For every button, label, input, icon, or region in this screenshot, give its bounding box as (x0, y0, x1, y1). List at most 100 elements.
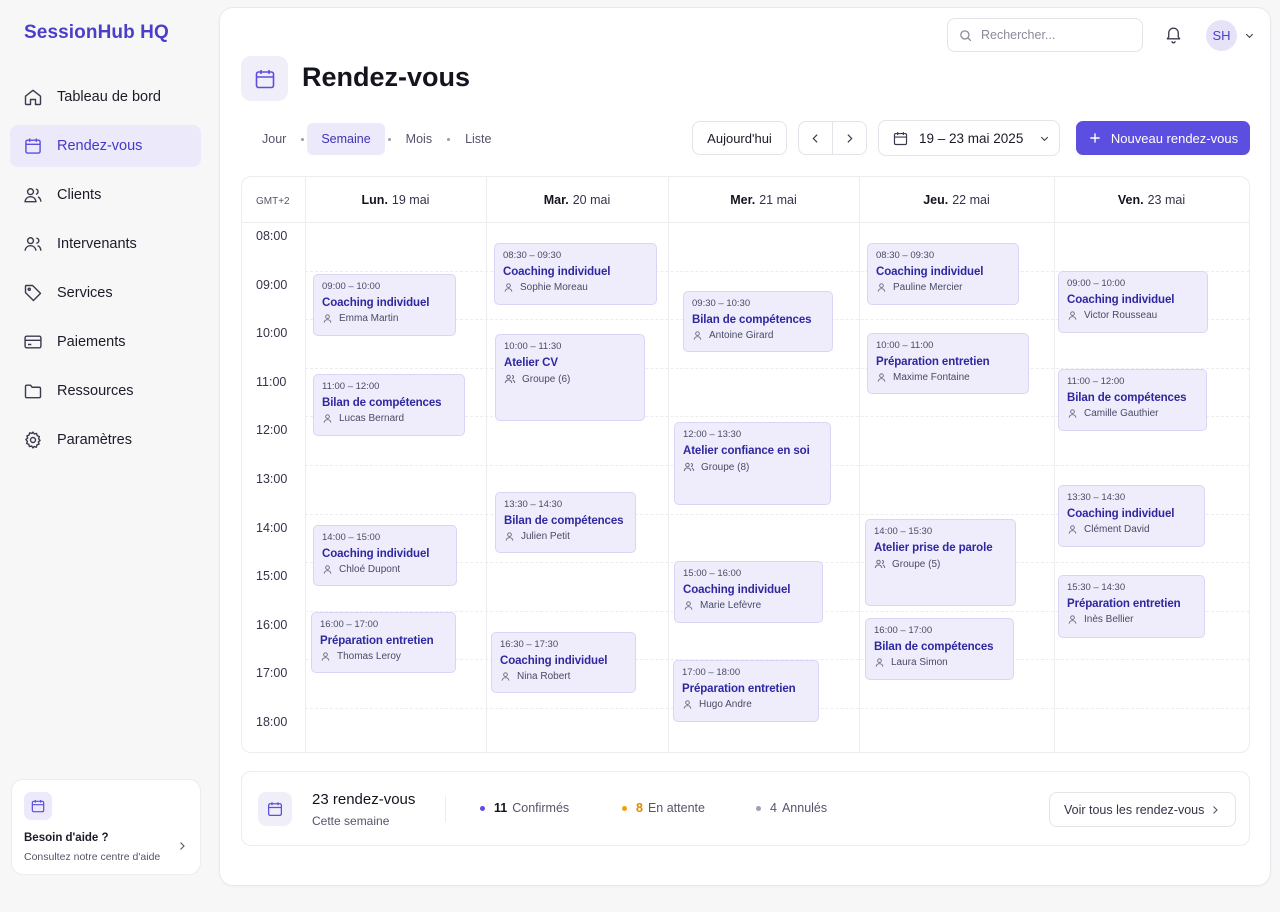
appointment-time: 09:00 – 10:00 (322, 281, 381, 292)
appointment-card[interactable]: 15:00 – 16:00 Coaching individuel Marie Le… (674, 561, 823, 623)
sidebar-item-dashboard[interactable]: Tableau de bord (10, 76, 201, 118)
tab-list[interactable]: Liste (453, 123, 503, 155)
help-card[interactable]: Besoin d'aide ? Consultez notre centre d… (11, 779, 201, 875)
date-range-picker[interactable]: 19 – 23 mai 2025 (878, 120, 1060, 156)
appointment-attendee: Groupe (6) (504, 373, 637, 385)
appointment-time: 15:00 – 16:00 (683, 568, 742, 579)
sidebar-item-resources[interactable]: Ressources (10, 370, 201, 412)
appointment-card[interactable]: 13:30 – 14:30 Coaching individuel Clément … (1058, 485, 1205, 547)
sidebar-item-services[interactable]: Services (10, 272, 201, 314)
tab-month[interactable]: Mois (394, 123, 444, 155)
hour-label: 12:00 (256, 423, 288, 438)
sidebar-item-appointments[interactable]: Rendez-vous (10, 125, 201, 167)
calendar-icon (241, 56, 288, 101)
sidebar-item-label: Services (57, 285, 113, 301)
day-header[interactable]: Mar. 20 mai (486, 177, 668, 222)
status-dot (756, 805, 761, 811)
day-header[interactable]: Lun. 19 mai (305, 177, 486, 222)
appointment-card[interactable]: 11:00 – 12:00 Bilan de compétences Lucas B… (313, 374, 465, 436)
day-of-week: Lun. (361, 192, 388, 207)
chevron-left-icon (809, 132, 822, 145)
day-header[interactable]: Mer. 21 mai (668, 177, 859, 222)
appointment-time: 17:00 – 18:00 (682, 667, 741, 678)
sidebar-item-label: Paiements (57, 334, 126, 350)
person-icon (504, 531, 515, 542)
day-header[interactable]: Ven. 23 mai (1054, 177, 1249, 222)
appointment-time: 08:30 – 09:30 (503, 250, 562, 261)
stat-label: Annulés (781, 801, 828, 815)
today-button[interactable]: Aujourd'hui (692, 121, 787, 155)
appointment-card[interactable]: 15:30 – 14:30 Préparation entretien Inès B… (1058, 575, 1205, 638)
sidebar-item-practitioners[interactable]: Intervenants (10, 223, 201, 265)
appointment-card[interactable]: 16:00 – 17:00 Préparation entretien Thomas… (311, 612, 456, 673)
appointment-card[interactable]: 09:00 – 10:00 Coaching individuel Emma Mar… (313, 274, 456, 336)
bell-icon[interactable] (1164, 25, 1183, 44)
day-of-week: Jeu. (923, 192, 949, 207)
appointment-card[interactable]: 09:00 – 10:00 Coaching individuel Victor R… (1058, 271, 1208, 333)
appointment-card[interactable]: 13:30 – 14:30 Bilan de compétences Julien … (495, 492, 636, 553)
attendee-name: Sophie Moreau (520, 282, 588, 293)
appointment-card[interactable]: 14:00 – 15:30 Atelier prise de parole Grou… (865, 519, 1016, 606)
appointment-time: 13:30 – 14:30 (504, 499, 563, 510)
stat-pending: 8 En attente (622, 801, 705, 815)
appointment-card[interactable]: 11:00 – 12:00 Bilan de compétences Camille… (1058, 369, 1207, 431)
appointment-card[interactable]: 08:30 – 09:30 Coaching individuel Sophie M… (494, 243, 657, 305)
avatar[interactable]: SH (1206, 20, 1237, 51)
appointment-card[interactable]: 16:00 – 17:00 Bilan de compétences Laura S… (865, 618, 1014, 680)
sidebar-item-clients[interactable]: Clients (10, 174, 201, 216)
chevron-down-icon[interactable] (1244, 30, 1255, 41)
appointment-title: Bilan de compétences (1067, 392, 1187, 404)
appointment-card[interactable]: 17:00 – 18:00 Préparation entretien Hugo A… (673, 660, 819, 722)
appointment-card[interactable]: 10:00 – 11:00 Préparation entretien Maxime… (867, 333, 1029, 394)
appointment-card[interactable]: 14:00 – 15:00 Coaching individuel Chloé Du… (313, 525, 457, 586)
calendar-icon (22, 135, 44, 157)
appointment-time: 10:00 – 11:30 (504, 341, 562, 352)
person-icon (322, 564, 333, 575)
appointment-time: 16:30 – 17:30 (500, 639, 559, 650)
appointment-attendee: Julien Petit (504, 531, 628, 542)
appointment-card[interactable]: 10:00 – 11:30 Atelier CV Groupe (6) (495, 334, 645, 421)
view-switcher: Jour Semaine Mois Liste (250, 123, 503, 155)
day-date: 21 mai (759, 192, 797, 207)
appointment-attendee: Groupe (5) (874, 558, 1008, 570)
sidebar-item-label: Ressources (57, 383, 134, 399)
person-icon (1067, 614, 1078, 625)
tab-week[interactable]: Semaine (307, 123, 385, 155)
day-header[interactable]: Jeu. 22 mai (859, 177, 1054, 222)
search-box[interactable] (947, 18, 1143, 52)
sidebar-item-label: Clients (57, 187, 102, 203)
person-icon (1067, 408, 1078, 419)
attendee-name: Victor Rousseau (1084, 310, 1158, 321)
day-date: 22 mai (952, 192, 990, 207)
previous-week-button[interactable] (798, 121, 833, 155)
brand-logo[interactable]: SessionHub HQ (24, 22, 169, 44)
calendar-icon (258, 792, 292, 826)
appointment-card[interactable]: 16:30 – 17:30 Coaching individuel Nina Rob… (491, 632, 636, 693)
next-week-button[interactable] (832, 121, 867, 155)
attendee-name: Lucas Bernard (339, 413, 405, 424)
appointment-attendee: Laura Simon (874, 657, 1006, 668)
new-appointment-label: Nouveau rendez-vous (1110, 130, 1239, 146)
appointment-card[interactable]: 08:30 – 09:30 Coaching individuel Pauline … (867, 243, 1019, 305)
appointment-attendee: Lucas Bernard (322, 413, 457, 424)
day-of-week: Mar. (543, 192, 569, 207)
tab-day[interactable]: Jour (250, 123, 298, 155)
sidebar-item-payments[interactable]: Paiements (10, 321, 201, 363)
help-subtitle: Consultez notre centre d'aide (24, 851, 161, 863)
appointment-card[interactable]: 09:30 – 10:30 Bilan de compétences Antoine… (683, 291, 833, 352)
separator-dot (387, 137, 391, 141)
view-all-label: Voir tous les rendez-vous (1064, 802, 1205, 817)
appointment-title: Coaching individuel (1067, 294, 1175, 306)
new-appointment-button[interactable]: Nouveau rendez-vous (1076, 121, 1250, 155)
appointment-time: 09:30 – 10:30 (692, 298, 751, 309)
sidebar-item-settings[interactable]: Paramètres (10, 419, 201, 461)
appointment-card[interactable]: 12:00 – 13:30 Atelier confiance en soi Gro… (674, 422, 831, 505)
search-input[interactable] (981, 28, 1131, 42)
person-icon (322, 313, 333, 324)
appointment-attendee: Antoine Girard (692, 330, 825, 341)
view-all-button[interactable]: Voir tous les rendez-vous (1049, 792, 1236, 827)
person-icon (1067, 310, 1078, 321)
divider (445, 796, 446, 822)
sidebar-nav: Tableau de bord Rendez-vous Clients Inte… (10, 76, 201, 468)
attendee-name: Groupe (8) (701, 461, 750, 473)
